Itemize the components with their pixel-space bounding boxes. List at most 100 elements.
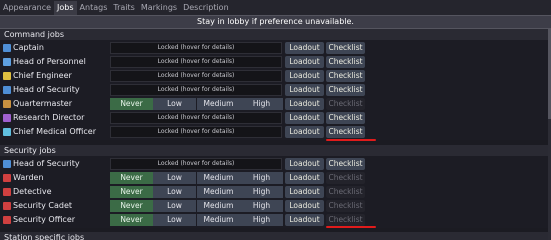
- job-row: Security Officer Never Low Medium High Loadou…: [0, 213, 548, 227]
- loadout-button[interactable]: Loadout: [285, 200, 324, 212]
- tab-traits[interactable]: Traits: [110, 1, 137, 15]
- locked-status[interactable]: Locked (hover for details): [110, 112, 282, 124]
- job-name: Chief Medical Officer: [13, 127, 96, 136]
- checklist-button[interactable]: Checklist: [326, 126, 365, 138]
- checklist-button: Checklist: [326, 186, 365, 198]
- loadout-button[interactable]: Loadout: [285, 158, 324, 170]
- cadet-icon: [3, 202, 11, 210]
- locked-status[interactable]: Locked (hover for details): [110, 42, 282, 54]
- priority-low-button[interactable]: Low: [153, 214, 196, 226]
- loadout-button[interactable]: Loadout: [285, 112, 324, 124]
- checklist-button[interactable]: Checklist: [326, 158, 365, 170]
- job-row: Chief Engineer Locked (hover for details)…: [0, 69, 548, 83]
- priority-low-button[interactable]: Low: [153, 98, 196, 110]
- job-name: Head of Personnel: [13, 57, 86, 66]
- job-row: Security Cadet Never Low Medium High Loadout C…: [0, 199, 548, 213]
- section-title: Command jobs: [0, 29, 548, 40]
- section-title: Station specific jobs: [0, 232, 548, 240]
- priority-medium-button[interactable]: Medium: [197, 172, 240, 184]
- officer-icon: [3, 216, 11, 224]
- priority-low-button[interactable]: Low: [153, 172, 196, 184]
- hos-icon: [3, 86, 11, 94]
- job-row: Head of Security Locked (hover for detail…: [0, 157, 548, 171]
- job-name: Security Cadet: [13, 201, 73, 210]
- priority-high-button[interactable]: High: [240, 172, 283, 184]
- priority-high-button[interactable]: High: [240, 214, 283, 226]
- priority-never-button[interactable]: Never: [110, 172, 153, 184]
- job-row: Detective Never Low Medium High Loadout Checkl…: [0, 185, 548, 199]
- tab-jobs[interactable]: Jobs: [54, 1, 77, 15]
- priority-medium-button[interactable]: Medium: [197, 186, 240, 198]
- tab-description[interactable]: Description: [180, 1, 232, 15]
- priority-medium-button[interactable]: Medium: [197, 98, 240, 110]
- loadout-button[interactable]: Loadout: [285, 186, 324, 198]
- loadout-button[interactable]: Loadout: [285, 172, 324, 184]
- loadout-button[interactable]: Loadout: [285, 214, 324, 226]
- priority-medium-button[interactable]: Medium: [197, 214, 240, 226]
- job-row: Quartermaster Never Low Medium High Loadout Ch…: [0, 97, 548, 111]
- section-title: Security jobs: [0, 145, 548, 156]
- checklist-button: Checklist: [326, 200, 365, 212]
- loadout-button[interactable]: Loadout: [285, 84, 324, 96]
- priority-never-button[interactable]: Never: [110, 200, 153, 212]
- locked-status[interactable]: Locked (hover for details): [110, 70, 282, 82]
- unavailable-preference-dropdown[interactable]: Stay in lobby if preference unavailable.: [0, 15, 551, 29]
- captain-icon: [3, 44, 11, 52]
- loadout-button[interactable]: Loadout: [285, 42, 324, 54]
- priority-high-button[interactable]: High: [240, 186, 283, 198]
- checklist-button[interactable]: Checklist: [326, 42, 365, 54]
- priority-high-button[interactable]: High: [240, 200, 283, 212]
- qm-icon: [3, 100, 11, 108]
- job-row: Research Director Locked (hover for detai…: [0, 111, 548, 125]
- hos-icon: [3, 160, 11, 168]
- job-name: Research Director: [13, 113, 85, 122]
- locked-status[interactable]: Locked (hover for details): [110, 84, 282, 96]
- priority-high-button[interactable]: High: [240, 98, 283, 110]
- detective-icon: [3, 188, 11, 196]
- job-name: Detective: [13, 187, 52, 196]
- job-name: Security Officer: [13, 215, 76, 224]
- job-name: Captain: [13, 43, 44, 52]
- checklist-button[interactable]: Checklist: [326, 84, 365, 96]
- tab-appearance[interactable]: Appearance: [0, 1, 54, 15]
- annotation-underline-security: [326, 226, 376, 228]
- priority-never-button[interactable]: Never: [110, 186, 153, 198]
- rd-icon: [3, 114, 11, 122]
- tab-bar: Appearance Jobs Antags Traits Markings D…: [0, 0, 551, 15]
- locked-status[interactable]: Locked (hover for details): [110, 126, 282, 138]
- job-name: Chief Engineer: [13, 71, 72, 80]
- checklist-button[interactable]: Checklist: [326, 112, 365, 124]
- tab-markings[interactable]: Markings: [138, 1, 180, 15]
- job-row: Head of Personnel Locked (hover for detai…: [0, 55, 548, 69]
- priority-never-button[interactable]: Never: [110, 214, 153, 226]
- loadout-button[interactable]: Loadout: [285, 126, 324, 138]
- priority-low-button[interactable]: Low: [153, 186, 196, 198]
- loadout-button[interactable]: Loadout: [285, 70, 324, 82]
- checklist-button[interactable]: Checklist: [326, 56, 365, 68]
- job-name: Quartermaster: [13, 99, 72, 108]
- annotation-underline-command: [326, 139, 376, 141]
- locked-status[interactable]: Locked (hover for details): [110, 56, 282, 68]
- priority-never-button[interactable]: Never: [110, 98, 153, 110]
- priority-medium-button[interactable]: Medium: [197, 200, 240, 212]
- checklist-button[interactable]: Checklist: [326, 70, 365, 82]
- hop-icon: [3, 58, 11, 66]
- job-name: Head of Security: [13, 85, 80, 94]
- tab-antags[interactable]: Antags: [77, 1, 111, 15]
- checklist-button: Checklist: [326, 214, 365, 226]
- warden-icon: [3, 174, 11, 182]
- checklist-button: Checklist: [326, 172, 365, 184]
- job-row: Warden Never Low Medium High Loadout Checklist: [0, 171, 548, 185]
- job-row: Chief Medical Officer Locked (hover for d…: [0, 125, 548, 139]
- cmo-icon: [3, 128, 11, 136]
- job-name: Head of Security: [13, 159, 80, 168]
- job-row: Captain Locked (hover for details) Loadout…: [0, 41, 548, 55]
- ce-icon: [3, 72, 11, 80]
- loadout-button[interactable]: Loadout: [285, 56, 324, 68]
- loadout-button[interactable]: Loadout: [285, 98, 324, 110]
- locked-status[interactable]: Locked (hover for details): [110, 158, 282, 170]
- job-row: Head of Security Locked (hover for detail…: [0, 83, 548, 97]
- job-name: Warden: [13, 173, 44, 182]
- priority-low-button[interactable]: Low: [153, 200, 196, 212]
- checklist-button: Checklist: [326, 98, 365, 110]
